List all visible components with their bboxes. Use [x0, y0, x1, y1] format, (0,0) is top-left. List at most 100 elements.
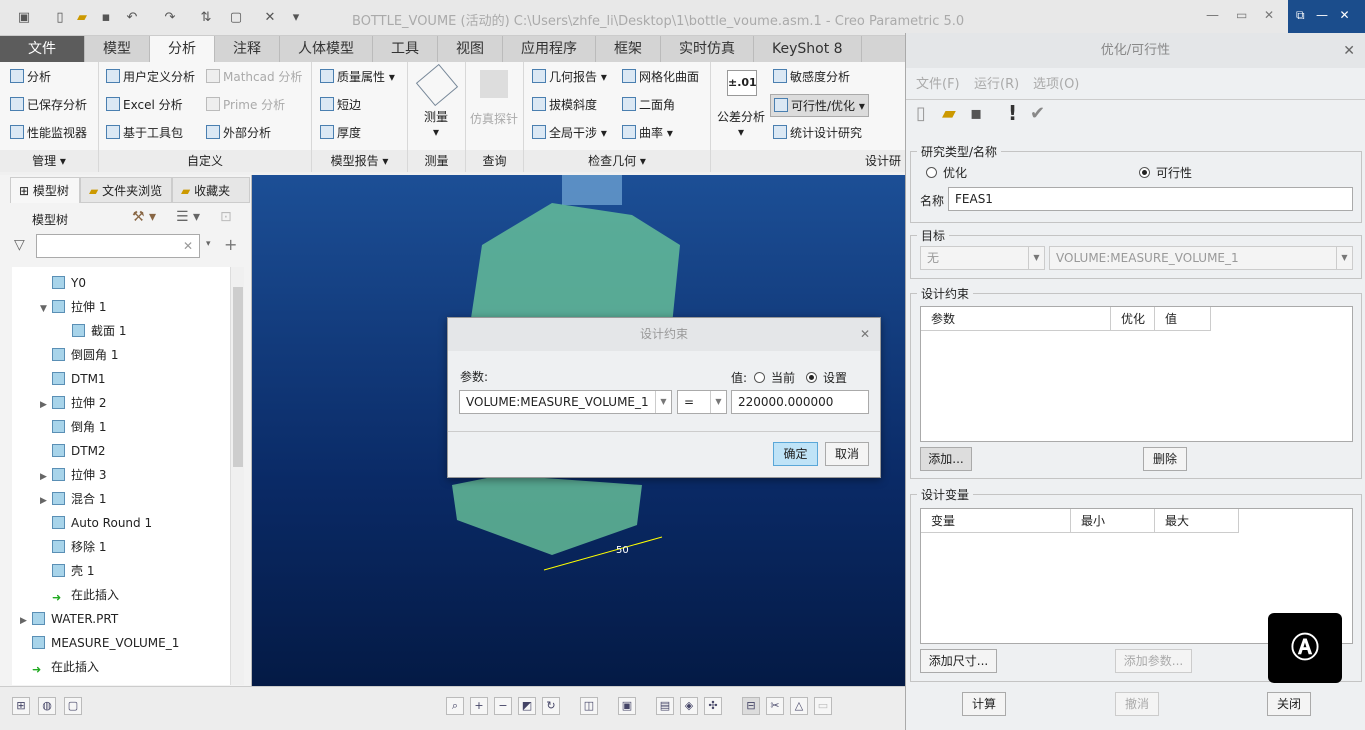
dimension-label[interactable]: 50 — [616, 545, 629, 556]
curvature-button[interactable]: 曲率 ▾ — [622, 124, 673, 141]
menu-run[interactable]: 运行(R) — [974, 73, 1019, 92]
tree-item[interactable]: 截面 1 — [60, 319, 126, 343]
settings-icon[interactable]: ⚒ ▾ — [132, 209, 156, 225]
tree-item[interactable]: ▼ 拉伸 1 — [40, 295, 106, 319]
close-button[interactable]: ✕ — [1264, 8, 1274, 22]
close-dialog-button[interactable]: 关闭 — [1267, 692, 1311, 716]
tree-item[interactable]: ▶ 拉伸 3 — [40, 463, 106, 487]
tab-applications[interactable]: 应用程序 — [503, 36, 596, 62]
dihedral-angle-button[interactable]: 二面角 — [622, 96, 675, 113]
tree-item[interactable]: 倒圆角 1 — [40, 343, 118, 367]
draft-button[interactable]: 拔模斜度 — [532, 96, 597, 113]
refit-icon[interactable]: ⌕ — [446, 697, 464, 715]
value-input[interactable]: 220000.000000 — [731, 390, 869, 414]
tree-item[interactable]: 倒角 1 — [40, 415, 106, 439]
show-icon[interactable]: ☰ ▾ — [176, 209, 200, 225]
perspective-icon[interactable]: ◈ — [680, 697, 698, 715]
column-header[interactable]: 参数 — [921, 307, 1111, 331]
clear-icon[interactable]: ✕ — [183, 235, 193, 257]
study-name-input[interactable]: FEAS1 — [948, 187, 1353, 211]
dialog-close-icon[interactable]: ✕ — [1343, 43, 1355, 59]
customize-icon[interactable]: ▾ — [288, 10, 304, 26]
toolkit-button[interactable]: 基于工具包 — [106, 124, 183, 141]
cancel-button[interactable]: 取消 — [825, 442, 869, 466]
tree-item[interactable]: ▶ WATER.PRT — [20, 607, 118, 631]
redo-icon[interactable]: ↷ — [162, 10, 178, 26]
expand-icon[interactable]: ▶ — [40, 393, 52, 417]
geometry-report-button[interactable]: 几何报告 ▾ — [532, 68, 607, 85]
analysis-button[interactable]: 分析 — [10, 68, 51, 85]
goal-type-select[interactable]: 无 ▼ — [920, 246, 1045, 270]
column-header[interactable]: 变量 — [921, 509, 1071, 533]
tab-manikin[interactable]: 人体模型 — [280, 36, 373, 62]
user-defined-analysis-button[interactable]: 用户定义分析 — [106, 68, 195, 85]
tab-realtime-sim[interactable]: 实时仿真 — [661, 36, 754, 62]
tree-item[interactable]: DTM2 — [40, 439, 106, 463]
constraint-close-icon[interactable]: ✕ — [860, 327, 870, 341]
group-label-model-report[interactable]: 模型报告 ▾ — [312, 150, 407, 172]
search-dropdown[interactable]: ▾ — [206, 239, 211, 249]
tab-tools[interactable]: 工具 — [373, 36, 438, 62]
column-header[interactable]: 优化 — [1111, 307, 1155, 331]
tree-toggle-icon[interactable]: ⊞ — [12, 697, 30, 715]
tree-item[interactable]: 壳 1 — [40, 559, 94, 583]
menu-options[interactable]: 选项(O) — [1033, 73, 1079, 92]
tab-keyshot[interactable]: KeyShot 8 — [754, 36, 862, 62]
expand-icon[interactable]: ▶ — [40, 489, 52, 513]
spin-center-icon[interactable]: ✂ — [766, 697, 784, 715]
tree-item[interactable]: DTM1 — [40, 367, 106, 391]
saved-views-icon[interactable]: ◫ — [580, 697, 598, 715]
tree-item[interactable]: 移除 1 — [40, 535, 106, 559]
mass-properties-button[interactable]: 质量属性 ▾ — [320, 68, 395, 85]
expand-icon[interactable]: ▼ — [40, 297, 52, 321]
tab-favorites[interactable]: ▰ 收藏夹 — [172, 177, 250, 203]
tree-item[interactable]: MEASURE_VOLUME_1 — [20, 631, 179, 655]
filter-icon[interactable]: ▽ — [14, 237, 25, 253]
menu-file[interactable]: 文件(F) — [916, 73, 960, 92]
annotation-display-icon[interactable]: ⊟ — [742, 697, 760, 715]
group-label-inspect-geometry[interactable]: 检查几何 ▾ — [524, 150, 710, 172]
tab-file[interactable]: 文件 — [0, 36, 85, 62]
tab-view[interactable]: 视图 — [438, 36, 503, 62]
feasibility-optimization-button[interactable]: 可行性/优化 ▾ — [770, 94, 869, 117]
windows-icon[interactable]: ▢ — [228, 10, 244, 26]
new-icon[interactable]: ▯ — [52, 10, 68, 26]
tree-item[interactable]: ➜ 在此插入 — [20, 655, 99, 679]
close-window-icon[interactable]: ✕ — [262, 10, 278, 26]
save-icon[interactable]: ▪ — [98, 10, 114, 26]
short-edge-button[interactable]: 短边 — [320, 96, 361, 113]
tree-search-input[interactable]: ✕ — [36, 234, 200, 258]
radio-feasibility[interactable]: 可行性 — [1139, 164, 1192, 181]
tolerance-analysis-button[interactable]: 公差分析 ▾ — [717, 108, 765, 139]
undo-icon[interactable]: ↶ — [124, 10, 140, 26]
performance-monitor-button[interactable]: 性能监视器 — [10, 124, 87, 141]
radio-current[interactable]: 当前 — [754, 369, 795, 386]
prime-analysis-button[interactable]: Prime 分析 — [206, 96, 285, 113]
zoom-out-icon[interactable]: − — [494, 697, 512, 715]
regenerate-icon[interactable]: ⇅ — [198, 10, 214, 26]
saved-analysis-button[interactable]: 已保存分析 — [10, 96, 87, 113]
radio-set[interactable]: 设置 — [806, 369, 847, 386]
excel-analysis-button[interactable]: Excel 分析 — [106, 96, 183, 113]
column-header[interactable]: 最大 — [1155, 509, 1239, 533]
open-icon[interactable]: ▰ — [74, 10, 90, 26]
goal-measure-select[interactable]: VOLUME:MEASURE_VOLUME_1 ▼ — [1049, 246, 1353, 270]
operator-select[interactable]: = ▼ — [677, 390, 727, 414]
open-study-icon[interactable]: ▰ — [942, 103, 956, 124]
sim-probe-button[interactable]: 仿真探针 — [470, 110, 518, 127]
repaint-icon[interactable]: ◩ — [518, 697, 536, 715]
column-header[interactable]: 最小 — [1071, 509, 1155, 533]
model-display-icon[interactable]: ▭ — [814, 697, 832, 715]
expand-icon[interactable]: ▶ — [20, 609, 32, 633]
save-study-icon[interactable]: ▪ — [970, 103, 982, 124]
tab-annotate[interactable]: 注释 — [215, 36, 280, 62]
tab-analysis[interactable]: 分析 — [150, 36, 215, 62]
column-header[interactable]: 值 — [1155, 307, 1211, 331]
compute-button[interactable]: 计算 — [962, 692, 1006, 716]
confirm-icon[interactable]: ✔ — [1030, 103, 1045, 124]
run-icon[interactable]: ! — [1008, 101, 1017, 125]
mathcad-analysis-button[interactable]: Mathcad 分析 — [206, 68, 302, 85]
delete-constraint-button[interactable]: 删除 — [1143, 447, 1187, 471]
external-analysis-button[interactable]: 外部分析 — [206, 124, 271, 141]
full-screen-icon[interactable]: ▢ — [64, 697, 82, 715]
